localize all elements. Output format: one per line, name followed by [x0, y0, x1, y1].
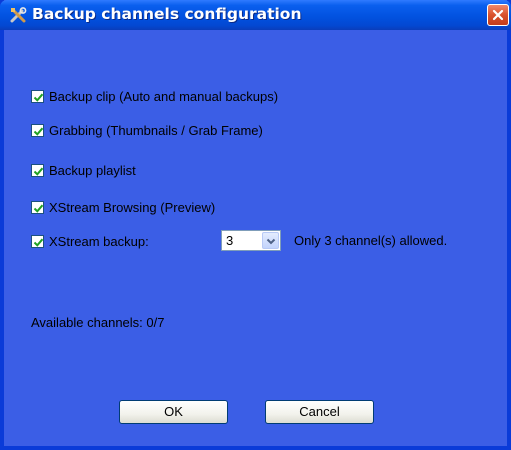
backup-playlist-label: Backup playlist	[49, 162, 136, 178]
grabbing-label: Grabbing (Thumbnails / Grab Frame)	[49, 122, 263, 138]
xstream-channel-value: 3	[226, 233, 234, 248]
close-button[interactable]	[487, 4, 509, 26]
available-channels: Available channels: 0/7	[31, 315, 165, 330]
xstream-browsing-label: XStream Browsing (Preview)	[49, 199, 216, 215]
dropdown-button[interactable]	[262, 232, 279, 249]
option-xstream-browsing[interactable]: XStream Browsing (Preview)	[31, 199, 215, 215]
close-icon	[492, 9, 504, 21]
dialog-title: Backup channels configuration	[32, 5, 302, 23]
dialog-window: Backup channels configuration Backup cli…	[0, 0, 511, 450]
option-grabbing[interactable]: Grabbing (Thumbnails / Grab Frame)	[31, 122, 263, 138]
backup-clip-checkbox[interactable]	[31, 89, 44, 103]
tools-icon	[10, 7, 27, 24]
cancel-button[interactable]: Cancel	[265, 400, 374, 424]
xstream-backup-label: XStream backup:	[49, 233, 149, 249]
checkmark-icon	[33, 167, 44, 176]
option-backup-playlist[interactable]: Backup playlist	[31, 162, 136, 178]
ok-button[interactable]: OK	[119, 400, 228, 424]
channel-limit-note: Only 3 channel(s) allowed.	[294, 233, 448, 248]
grabbing-checkbox[interactable]	[31, 123, 44, 137]
xstream-backup-checkbox[interactable]	[31, 234, 44, 248]
xstream-browsing-checkbox[interactable]	[31, 200, 44, 214]
checkmark-icon	[33, 238, 44, 247]
checkmark-icon	[33, 127, 44, 136]
xstream-channel-select[interactable]: 3	[221, 230, 281, 251]
checkmark-icon	[33, 204, 44, 213]
option-backup-clip[interactable]: Backup clip (Auto and manual backups)	[31, 88, 278, 104]
backup-playlist-checkbox[interactable]	[31, 163, 44, 177]
checkmark-icon	[33, 93, 44, 102]
title-bar[interactable]: Backup channels configuration	[0, 0, 511, 30]
backup-clip-label: Backup clip (Auto and manual backups)	[49, 88, 279, 104]
chevron-down-icon	[266, 238, 276, 245]
option-xstream-backup[interactable]: XStream backup: 3 Only 3 channel(s) allo…	[31, 230, 501, 251]
